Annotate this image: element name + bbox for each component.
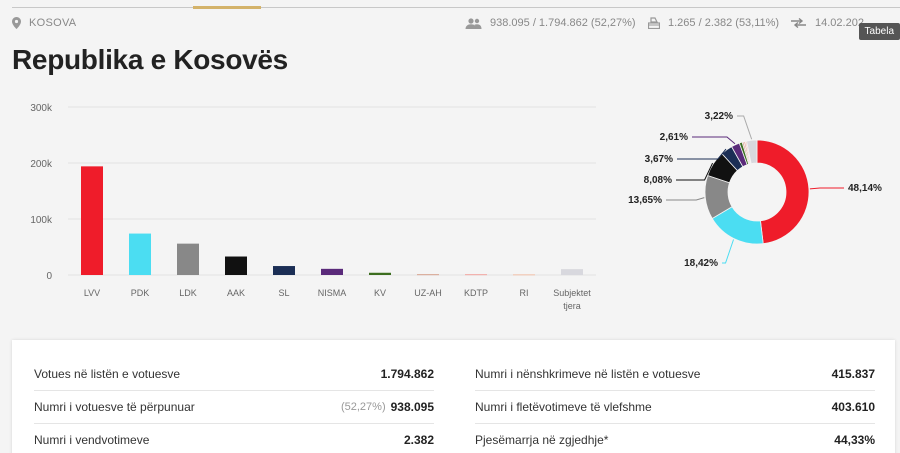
bar-nisma[interactable] [321,268,343,275]
stat-row-turnout: Pjesëmarrja në zgjedhje* 44,33% [475,424,875,453]
y-tick-label: 300k [30,103,53,114]
bar-ldk[interactable] [177,243,199,275]
x-tick-label: KV [374,288,386,298]
stat-percent: (52,27%) [340,401,386,413]
stat-value: 415.837 [831,367,875,381]
stat-row-signatures: Numri i nënshkrimeve në listën e votuesv… [475,358,875,391]
votes-bar-chart: 0 100k 200k 300k LVV PDK LDK AAK SL NISMA KV UZ-AH K… [30,103,596,311]
stations-stat: 1.265 / 2.382 (53,11%) [648,17,779,29]
y-tick-label: 200k [30,159,53,170]
bar-kdtp[interactable] [465,274,487,276]
voters-stat: 938.095 / 1.794.862 (52,27%) [465,17,636,29]
people-icon [465,17,482,29]
stat-label: Numri i fletëvotimeve të vlefshme [475,400,652,414]
stat-value: 2.382 [403,433,434,447]
y-tick-label: 0 [46,271,52,282]
x-tick-label: LVV [84,288,100,298]
date-stat: 14.02.202 [790,17,864,29]
slice-label: 3,22% [705,111,733,122]
swap-arrows-icon [791,18,806,28]
x-tick-label: NISMA [318,288,347,298]
bar-subjektet-tjera[interactable] [561,269,583,275]
bar-aak[interactable] [225,256,247,275]
leader-line [666,197,705,201]
slice-lvv[interactable] [756,139,810,245]
y-tick-label: 100k [30,215,53,226]
x-tick-label: LDK [179,288,197,298]
stat-row-processed-voters: Numri i votuesve të përpunuar (52,27%) 9… [34,391,434,424]
bar-uz-ah[interactable] [417,274,439,276]
x-tick-label: RI [520,288,529,298]
votes-share-donut-chart: 48,14% 18,42% 13,65% 8,08% 3,67% 2,61% 3,22% [628,111,882,269]
leader-line [692,136,736,145]
stat-row-polling-stations: Numri i vendvotimeve 2.382 [34,424,434,453]
bar-kv[interactable] [369,272,391,275]
map-pin-icon [12,17,21,29]
date-stat-text: 14.02.202 [815,17,864,29]
ballot-box-icon [648,17,660,29]
stats-left-column: Votues në listën e votuesve 1.794.862 Nu… [34,358,434,453]
page-title: Republika e Kosovës [12,44,288,75]
summary-bar: KOSOVA 938.095 / 1.794.862 (52,27%) 1.26… [12,15,900,40]
leader-line [722,239,735,264]
active-tab-indicator [193,6,261,9]
stats-right-column: Numri i nënshkrimeve në listën e votuesv… [475,358,875,453]
stat-label: Votues në listën e votuesve [34,367,181,381]
stat-row-registered-voters: Votues në listën e votuesve 1.794.862 [34,358,434,391]
x-tick-label: SL [278,288,289,298]
slice-label: 13,65% [628,195,662,206]
stat-value: 1.794.862 [380,367,434,381]
x-tick-label: Subjektet [553,288,591,298]
top-divider [12,7,900,8]
stat-row-valid-ballots: Numri i fletëvotimeve të vlefshme 403.61… [475,391,875,424]
tabela-button[interactable]: Tabela [858,23,900,40]
stat-label: Numri i votuesve të përpunuar [34,400,195,414]
statistics-card: Votues në listën e votuesve 1.794.862 Nu… [12,340,895,453]
x-tick-label: AAK [227,288,245,298]
stat-value: 44,33% [834,433,875,447]
x-tick-label: UZ-AH [414,288,442,298]
bar-pdk[interactable] [129,233,151,275]
slice-label: 8,08% [644,175,672,186]
location: KOSOVA [12,17,76,29]
bar-lvv[interactable] [81,166,103,275]
leader-line [677,148,727,160]
x-tick-label: KDTP [464,288,488,298]
x-tick-label: PDK [131,288,150,298]
bar-ri[interactable] [513,274,535,276]
stat-label: Pjesëmarrja në zgjedhje* [475,433,609,447]
slice-label: 18,42% [684,258,718,269]
stat-value: 938.095 [390,400,434,414]
stat-value: 403.610 [831,400,875,414]
location-label: KOSOVA [29,17,77,29]
bar-sl[interactable] [273,266,295,275]
stations-stat-text: 1.265 / 2.382 (53,11%) [668,17,780,29]
stat-label: Numri i vendvotimeve [34,433,150,447]
slice-label: 2,61% [660,132,688,143]
leader-line [809,187,844,190]
x-tick-label: tjera [563,301,581,311]
voters-stat-text: 938.095 / 1.794.862 (52,27%) [490,17,636,29]
slice-label: 3,67% [645,154,673,165]
slice-label: 48,14% [848,183,882,194]
leader-line [737,115,753,140]
stat-label: Numri i nënshkrimeve në listën e votuesv… [475,367,701,381]
